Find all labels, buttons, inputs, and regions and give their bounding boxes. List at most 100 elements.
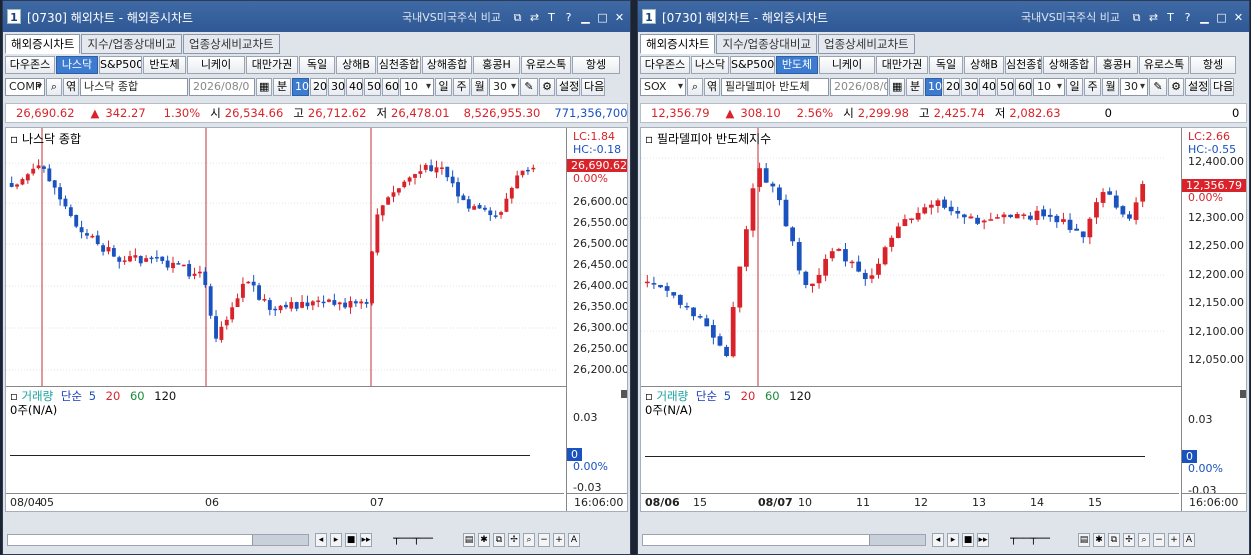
market-button-shanghai[interactable]: 상해종합 xyxy=(422,56,472,74)
period-unit-minute[interactable]: 분 xyxy=(906,78,924,96)
zoom-slider[interactable]: ┬──┬── xyxy=(1004,533,1056,547)
copy-icon[interactable]: ⧉ xyxy=(1108,533,1120,547)
search-icon[interactable]: ⌕ xyxy=(687,78,703,96)
symbol-name-field[interactable]: 나스닥 종합 xyxy=(80,78,188,96)
market-button-eurostoxx[interactable]: 유로스톡 xyxy=(521,56,571,74)
market-button-nikkei[interactable]: 니케이 xyxy=(819,56,875,74)
period-day[interactable]: 일 xyxy=(1066,78,1083,96)
gear-icon[interactable]: ⚙ xyxy=(539,78,555,96)
period-10[interactable]: 10 xyxy=(925,78,942,96)
zoom-in-icon[interactable]: + xyxy=(1168,533,1180,547)
font-icon[interactable]: T xyxy=(1164,11,1177,24)
period-select[interactable]: 10 xyxy=(400,78,434,96)
compare-link[interactable]: 국내VS미국주식 비교 xyxy=(1021,9,1120,25)
calendar-icon[interactable]: ▦ xyxy=(256,78,272,96)
stop-icon[interactable]: ■ xyxy=(345,533,357,547)
settings-icon[interactable]: ✱ xyxy=(1093,533,1105,547)
period-30[interactable]: 30 xyxy=(961,78,978,96)
period-week[interactable]: 주 xyxy=(1084,78,1101,96)
crosshair-icon[interactable]: ✢ xyxy=(508,533,520,547)
chart-area[interactable]: ▫ 필라델피아 반도체지수 LC:2.66 HC:-0.55 12,400.00… xyxy=(640,127,1247,512)
pane-close-icon[interactable] xyxy=(621,390,627,398)
market-button-shenzhen[interactable]: 심천종합 xyxy=(1005,56,1042,74)
scroll-thumb[interactable] xyxy=(252,535,308,545)
period-30[interactable]: 30 xyxy=(328,78,345,96)
play-back-icon[interactable]: ◂ xyxy=(315,533,327,547)
tab-overseas-chart[interactable]: 해외증시차트 xyxy=(640,34,716,54)
period-40[interactable]: 40 xyxy=(346,78,363,96)
symbol-name-field[interactable]: 필라델피아 반도체 xyxy=(721,78,829,96)
market-button-shenzhen[interactable]: 심천종합 xyxy=(377,56,421,74)
market-button-dow[interactable]: 다우존스 xyxy=(640,56,690,74)
market-button-sp500[interactable]: S&P500 xyxy=(730,56,775,74)
collapse-icon[interactable]: ▫ xyxy=(10,389,18,403)
period-40[interactable]: 40 xyxy=(979,78,996,96)
collapse-icon[interactable]: ▫ xyxy=(10,132,18,146)
period-select[interactable]: 10 xyxy=(1033,78,1065,96)
title-bar[interactable]: 1 [0730] 해외차트 - 해외증시차트 국내VS미국주식 비교 ⧉ ⇄ T… xyxy=(638,1,1249,32)
calendar-icon[interactable]: ▦ xyxy=(889,78,905,96)
text-icon[interactable]: A xyxy=(568,533,580,547)
settings-icon[interactable]: ✱ xyxy=(478,533,490,547)
collapse-icon[interactable]: ▫ xyxy=(645,132,653,146)
zoom-icon[interactable]: ⌕ xyxy=(1138,533,1150,547)
close-icon[interactable]: ✕ xyxy=(1232,11,1245,24)
period-20[interactable]: 20 xyxy=(310,78,327,96)
settings-button[interactable]: 설정 xyxy=(556,78,580,96)
stop-icon[interactable]: ■ xyxy=(962,533,974,547)
market-button-semi[interactable]: 반도체 xyxy=(143,56,186,74)
pane-divider[interactable] xyxy=(641,386,1181,387)
count-field[interactable]: 30 xyxy=(1120,78,1148,96)
market-button-germany[interactable]: 독일 xyxy=(299,56,335,74)
zoom-in-icon[interactable]: + xyxy=(553,533,565,547)
tab-index-compare[interactable]: 지수/업종상대비교 xyxy=(716,34,817,54)
market-button-hongkong-h[interactable]: 홍콩H xyxy=(473,56,520,74)
collapse-icon[interactable]: ▫ xyxy=(645,389,653,403)
market-button-nasdaq[interactable]: 나스닥 xyxy=(691,56,729,74)
zoom-out-icon[interactable]: − xyxy=(1153,533,1165,547)
link-icon[interactable]: ⇄ xyxy=(528,11,541,24)
period-day[interactable]: 일 xyxy=(435,78,452,96)
close-icon[interactable]: ✕ xyxy=(613,11,626,24)
market-button-nasdaq[interactable]: 나스닥 xyxy=(56,56,98,74)
period-month[interactable]: 월 xyxy=(1102,78,1119,96)
candlestick-chart[interactable] xyxy=(641,128,1181,386)
market-button-germany[interactable]: 독일 xyxy=(929,56,963,74)
period-50[interactable]: 50 xyxy=(997,78,1014,96)
market-button-hangseng[interactable]: 항셍 xyxy=(1190,56,1236,74)
symbol-select[interactable]: COMP xyxy=(5,78,45,96)
market-button-shanghai[interactable]: 상해종합 xyxy=(1043,56,1095,74)
market-button-hangseng[interactable]: 항셍 xyxy=(572,56,620,74)
zoom-icon[interactable]: ⌕ xyxy=(523,533,535,547)
period-60[interactable]: 60 xyxy=(1015,78,1032,96)
crosshair-icon[interactable]: ✢ xyxy=(1123,533,1135,547)
compare-link[interactable]: 국내VS미국주식 비교 xyxy=(402,9,501,25)
next-button[interactable]: 다음 xyxy=(581,78,605,96)
minimize-icon[interactable]: ▁ xyxy=(1198,11,1211,24)
count-field[interactable]: 30 xyxy=(489,78,519,96)
horizontal-scrollbar[interactable] xyxy=(7,534,309,546)
market-button-taiwan[interactable]: 대만가권 xyxy=(876,56,928,74)
market-button-semi[interactable]: 반도체 xyxy=(776,56,818,74)
history-button[interactable]: 엮 xyxy=(704,78,720,96)
fast-forward-icon[interactable]: ▸▸ xyxy=(360,533,372,547)
draw-tool-icon[interactable]: ✎ xyxy=(520,78,538,96)
scroll-thumb[interactable] xyxy=(869,535,925,545)
copy-window-icon[interactable]: ⧉ xyxy=(511,11,524,24)
chart-area[interactable]: ▫ 나스닥 종합 LC:1.84 HC:-0.18 26,690.62 0.00… xyxy=(5,127,628,512)
tab-index-compare[interactable]: 지수/업종상대비교 xyxy=(81,34,182,54)
link-icon[interactable]: ⇄ xyxy=(1147,11,1160,24)
text-icon[interactable]: A xyxy=(1183,533,1195,547)
title-bar[interactable]: 1 [0730] 해외차트 - 해외증시차트 국내VS미국주식 비교 ⧉ ⇄ T… xyxy=(3,1,630,32)
period-unit-minute[interactable]: 분 xyxy=(273,78,291,96)
market-button-dow[interactable]: 다우존스 xyxy=(5,56,55,74)
period-month[interactable]: 월 xyxy=(471,78,488,96)
market-button-hongkong-h[interactable]: 홍콩H xyxy=(1096,56,1138,74)
help-icon[interactable]: ? xyxy=(1181,11,1194,24)
market-button-shanghai-b[interactable]: 상해B xyxy=(964,56,1004,74)
history-button[interactable]: 엮 xyxy=(63,78,79,96)
layout-icon[interactable]: ▤ xyxy=(1078,533,1090,547)
search-icon[interactable]: ⌕ xyxy=(46,78,62,96)
period-week[interactable]: 주 xyxy=(453,78,470,96)
minimize-icon[interactable]: ▁ xyxy=(579,11,592,24)
